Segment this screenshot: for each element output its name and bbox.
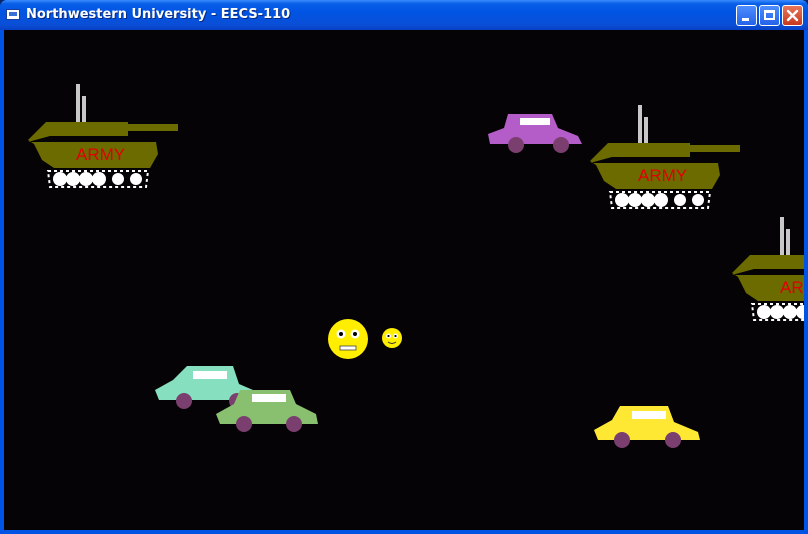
car-window (632, 411, 666, 419)
close-icon (786, 9, 799, 22)
car-wheel (236, 416, 252, 432)
car-window (252, 394, 286, 402)
tank-antenna (786, 229, 790, 257)
smiley-large (328, 319, 368, 359)
tank-antenna (644, 117, 648, 145)
tank-tracks (46, 170, 150, 188)
minimize-icon (742, 18, 749, 21)
game-scene: ARMY ARMY AR (28, 84, 804, 448)
maximize-button[interactable] (759, 5, 780, 26)
tank-antenna (638, 105, 642, 145)
car-wheel (614, 432, 630, 448)
minimize-button[interactable] (736, 5, 757, 26)
title-bar[interactable]: Northwestern University - EECS-110 (0, 0, 808, 30)
car-wheel (176, 393, 192, 409)
car-wheel (286, 416, 302, 432)
close-button[interactable] (782, 5, 803, 26)
tank: ARMY (590, 105, 740, 209)
car-window (193, 371, 227, 379)
smiley-pupil (353, 332, 357, 336)
app-icon[interactable] (6, 9, 20, 20)
car-wheel (508, 137, 524, 153)
tank-label: ARMY (76, 145, 125, 164)
tank: ARMY (28, 84, 178, 188)
car (488, 114, 582, 153)
tank-antenna (82, 96, 86, 124)
smiley-pupil (394, 334, 397, 338)
tank-antenna (780, 217, 784, 257)
tank-tracks (608, 191, 712, 209)
window-title: Northwestern University - EECS-110 (26, 7, 291, 22)
smiley-face (382, 328, 402, 348)
game-canvas[interactable]: ARMY ARMY AR (4, 30, 804, 530)
tank-label: ARMY (780, 278, 804, 297)
smiley-mouth (339, 345, 357, 351)
smiley-face (328, 319, 368, 359)
smiley-pupil (387, 334, 390, 338)
car-window (520, 118, 550, 125)
maximize-icon (764, 10, 775, 20)
tank-label: ARMY (638, 166, 687, 185)
tank-antenna (76, 84, 80, 124)
car (594, 406, 700, 448)
tank: ARMY (732, 217, 804, 321)
car-wheel (665, 432, 681, 448)
car-wheel (553, 137, 569, 153)
smiley-small (382, 328, 402, 348)
app-window: Northwestern University - EECS-110 ARMY (0, 0, 808, 534)
smiley-pupil (339, 332, 343, 336)
tank-tracks (750, 303, 804, 321)
